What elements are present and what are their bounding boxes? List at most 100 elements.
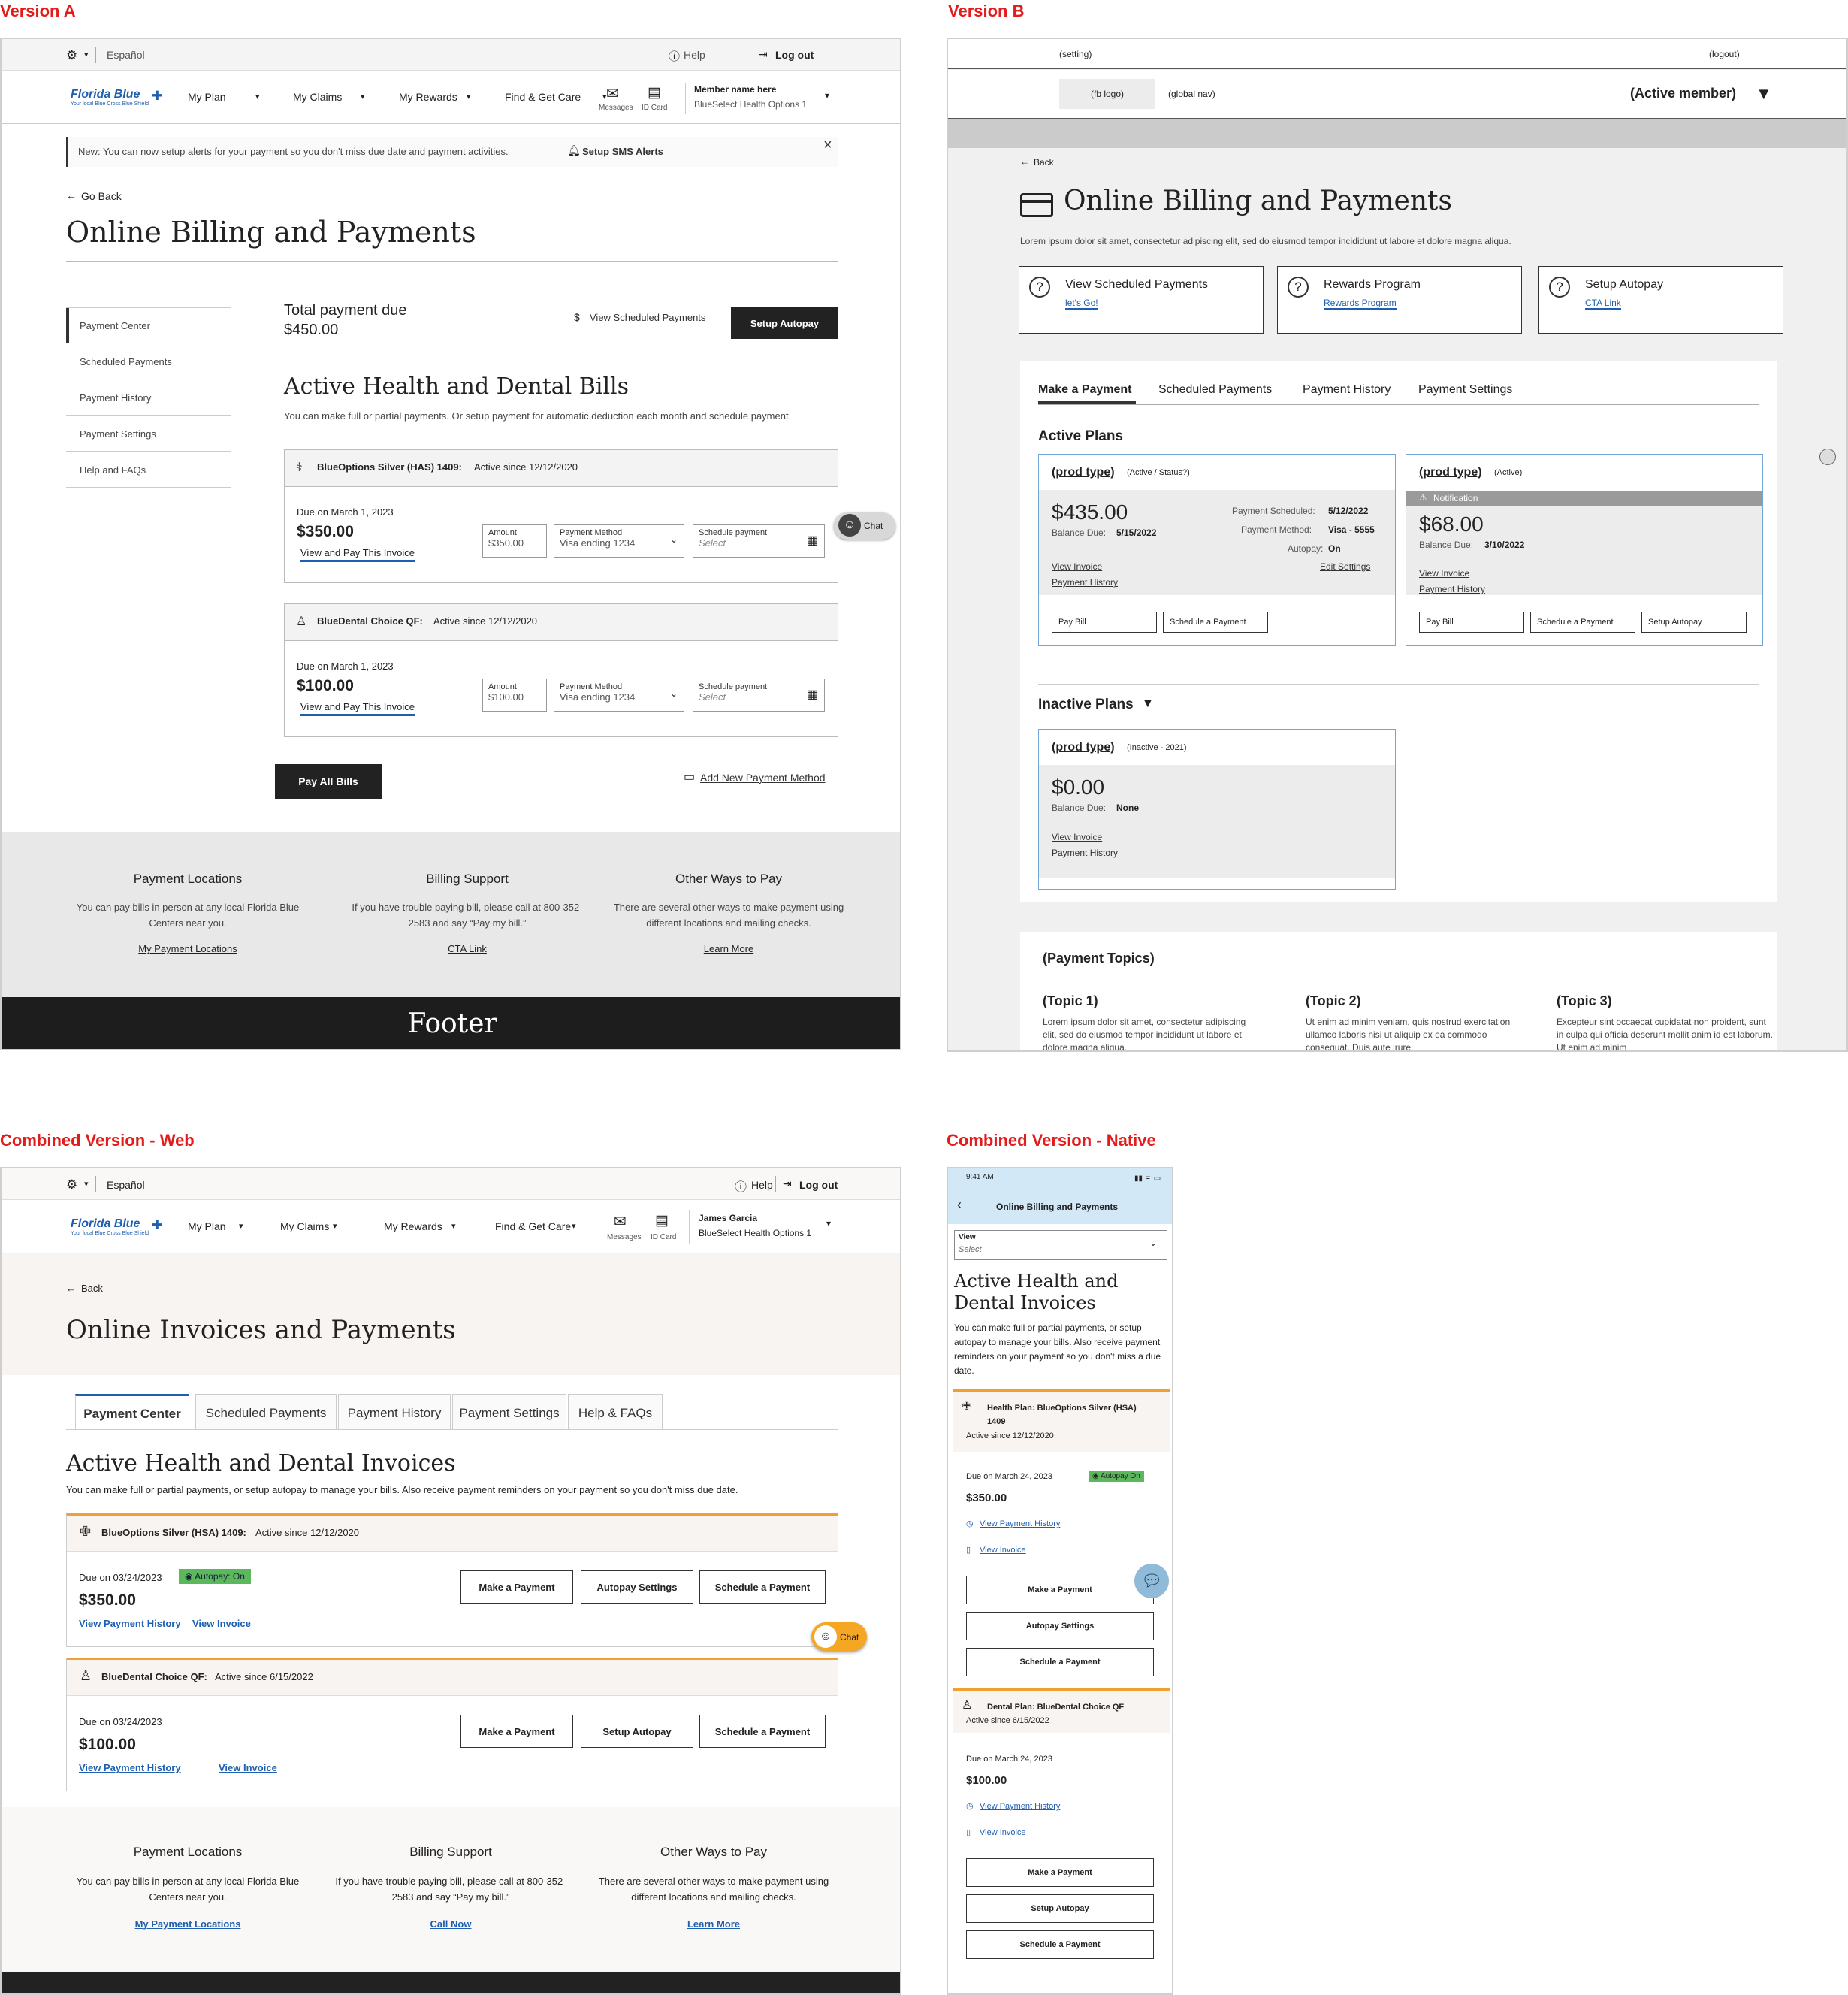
autopay-settings-button[interactable]: Autopay Settings (581, 1570, 693, 1604)
inactive-plans-heading[interactable]: Inactive Plans (1038, 697, 1134, 713)
chevron-down-icon[interactable]: ▾ (451, 1221, 456, 1231)
payment-history-link[interactable]: Payment History (1052, 577, 1118, 588)
tab[interactable]: Scheduled Payments (1158, 383, 1272, 397)
setup-autopay-button[interactable]: Setup Autopay (966, 1894, 1154, 1923)
tab[interactable]: Payment Settings (452, 1394, 566, 1430)
nav-item[interactable]: My Plan (188, 91, 226, 103)
payment-history-link[interactable]: Payment History (1052, 848, 1118, 858)
chevron-down-icon[interactable]: ▾ (825, 90, 829, 101)
autopay-settings-button[interactable]: Autopay Settings (966, 1612, 1154, 1640)
amount-field[interactable]: Amount $350.00 (482, 524, 547, 558)
pay-bill-button[interactable]: Pay Bill (1419, 612, 1524, 633)
logo[interactable]: Florida Blue Your local Blue Cross Blue … (71, 88, 149, 107)
nav-item[interactable]: Find & Get Care (505, 91, 581, 103)
nav-item[interactable]: My Plan (188, 1220, 226, 1232)
setting-placeholder[interactable]: (setting) (1059, 49, 1092, 59)
help-icon[interactable]: ⓘ (669, 48, 680, 64)
schedule-payment-button[interactable]: Schedule a Payment (966, 1930, 1154, 1959)
chevron-down-icon[interactable]: ▾ (361, 92, 365, 101)
setup-autopay-button[interactable]: Setup Autopay (1641, 612, 1747, 633)
global-nav-placeholder[interactable]: (global nav) (1168, 89, 1215, 99)
tab[interactable]: Make a Payment (1038, 383, 1132, 397)
logout-icon[interactable]: ⇥ (783, 1177, 792, 1190)
tab[interactable]: Payment History (1303, 383, 1391, 397)
logout-link[interactable]: Log out (799, 1179, 838, 1191)
add-new-payment-method-link[interactable]: Add New Payment Method (700, 772, 826, 784)
chevron-left-icon[interactable]: ‹ (957, 1197, 962, 1213)
edit-settings-link[interactable]: Edit Settings (1320, 561, 1370, 572)
view-invoice-link[interactable]: View Invoice (1052, 832, 1102, 842)
arrow-left-icon[interactable]: ← (66, 1283, 76, 1294)
quick-link-card[interactable] (1019, 266, 1264, 334)
setup-autopay-button[interactable]: Setup Autopay (731, 307, 838, 339)
chevron-down-icon[interactable]: ▾ (467, 92, 471, 101)
chevron-down-icon[interactable]: ⌄ (1149, 1238, 1157, 1248)
chevron-down-icon[interactable]: ▾ (84, 50, 89, 59)
amount-field[interactable]: Amount $100.00 (482, 679, 547, 712)
language-link[interactable]: Español (107, 1179, 145, 1191)
tab[interactable]: Help & FAQs (568, 1394, 663, 1430)
envelope-icon[interactable]: ✉ (614, 1212, 627, 1231)
view-invoice-link[interactable]: View Invoice (192, 1618, 251, 1629)
view-and-pay-link[interactable]: View and Pay This Invoice (300, 547, 415, 562)
help-link[interactable]: Help (684, 49, 705, 61)
pay-all-bills-button[interactable]: Pay All Bills (275, 764, 382, 799)
view-invoice-link[interactable]: View Invoice (980, 1828, 1026, 1837)
schedule-payment-button[interactable]: Schedule a Payment (1530, 612, 1635, 633)
chevron-down-icon[interactable]: ▾ (84, 1179, 89, 1189)
chevron-down-icon[interactable]: ▾ (239, 1221, 243, 1231)
view-invoice-link[interactable]: View Invoice (1052, 561, 1102, 572)
sidebar-item[interactable]: Payment Center (66, 308, 231, 343)
setup-autopay-button[interactable]: Setup Autopay (581, 1715, 693, 1748)
chevron-down-icon[interactable]: ▾ (333, 1221, 337, 1231)
schedule-payment-field[interactable]: Schedule payment Select ▦ (693, 679, 825, 712)
back-link[interactable]: Back (81, 1283, 103, 1294)
tab[interactable]: Payment Settings (1418, 383, 1512, 397)
plan-type[interactable]: (prod type) (1419, 466, 1482, 479)
nav-item[interactable]: My Rewards (399, 91, 457, 103)
view-invoice-link[interactable]: View Invoice (219, 1762, 277, 1773)
active-member-placeholder[interactable]: (Active member) (1630, 86, 1736, 101)
close-icon[interactable]: × (823, 137, 832, 154)
chat-button[interactable]: 💬︎ (1134, 1564, 1169, 1598)
view-payment-history-link[interactable]: View Payment History (79, 1618, 181, 1629)
nav-item[interactable]: Find & Get Care (495, 1220, 571, 1232)
help-link[interactable]: Help (751, 1179, 773, 1191)
tab[interactable]: Payment Center (75, 1394, 189, 1430)
sidebar-item[interactable]: Payment Settings (66, 416, 231, 452)
caret-down-icon[interactable]: ▼ (1142, 697, 1154, 711)
chevron-down-icon[interactable]: ▾ (826, 1218, 831, 1229)
setup-sms-alerts-link[interactable]: Setup SMS Alerts (582, 146, 663, 157)
schedule-payment-field[interactable]: Schedule payment Select ▦ (693, 524, 825, 558)
chevron-down-icon[interactable]: ▾ (255, 92, 260, 101)
footer-col-link[interactable]: Learn More (602, 943, 855, 954)
payment-history-link[interactable]: Payment History (1419, 584, 1485, 594)
tab[interactable]: Payment History (338, 1394, 451, 1430)
plan-type[interactable]: (prod type) (1052, 741, 1115, 754)
sidebar-item[interactable]: Payment History (66, 380, 231, 416)
logout-link[interactable]: Log out (775, 49, 814, 61)
make-payment-button[interactable]: Make a Payment (966, 1576, 1154, 1604)
view-invoice-link[interactable]: View Invoice (980, 1546, 1026, 1555)
quick-link-card[interactable] (1277, 266, 1522, 334)
nav-item[interactable]: My Rewards (384, 1220, 442, 1232)
arrow-left-icon[interactable]: ← (66, 189, 77, 201)
schedule-payment-button[interactable]: Schedule a Payment (699, 1570, 826, 1604)
member-name[interactable]: Member name here (694, 84, 776, 95)
logout-icon[interactable]: ⇥ (759, 48, 768, 61)
member-name[interactable]: James Garcia (699, 1213, 757, 1223)
view-scheduled-payments-link[interactable]: View Scheduled Payments (590, 312, 705, 323)
id-card-icon[interactable]: ▤ (655, 1212, 669, 1229)
pay-bill-button[interactable]: Pay Bill (1052, 612, 1157, 633)
logo-placeholder[interactable]: (fb logo) (1059, 79, 1155, 109)
id-card-icon[interactable]: ▤ (648, 84, 661, 101)
footer-col-link[interactable]: CTA Link (341, 943, 593, 954)
view-payment-history-link[interactable]: View Payment History (79, 1762, 181, 1773)
make-payment-button[interactable]: Make a Payment (460, 1570, 573, 1604)
footer-col-link[interactable]: Call Now (325, 1918, 577, 1930)
chevron-down-icon[interactable]: ▾ (572, 1221, 576, 1231)
view-invoice-link[interactable]: View Invoice (1419, 568, 1469, 579)
logout-placeholder[interactable]: (logout) (1709, 49, 1740, 59)
logo[interactable]: Florida Blue Your local Blue Cross Blue … (71, 1217, 149, 1236)
schedule-payment-button[interactable]: Schedule a Payment (699, 1715, 826, 1748)
